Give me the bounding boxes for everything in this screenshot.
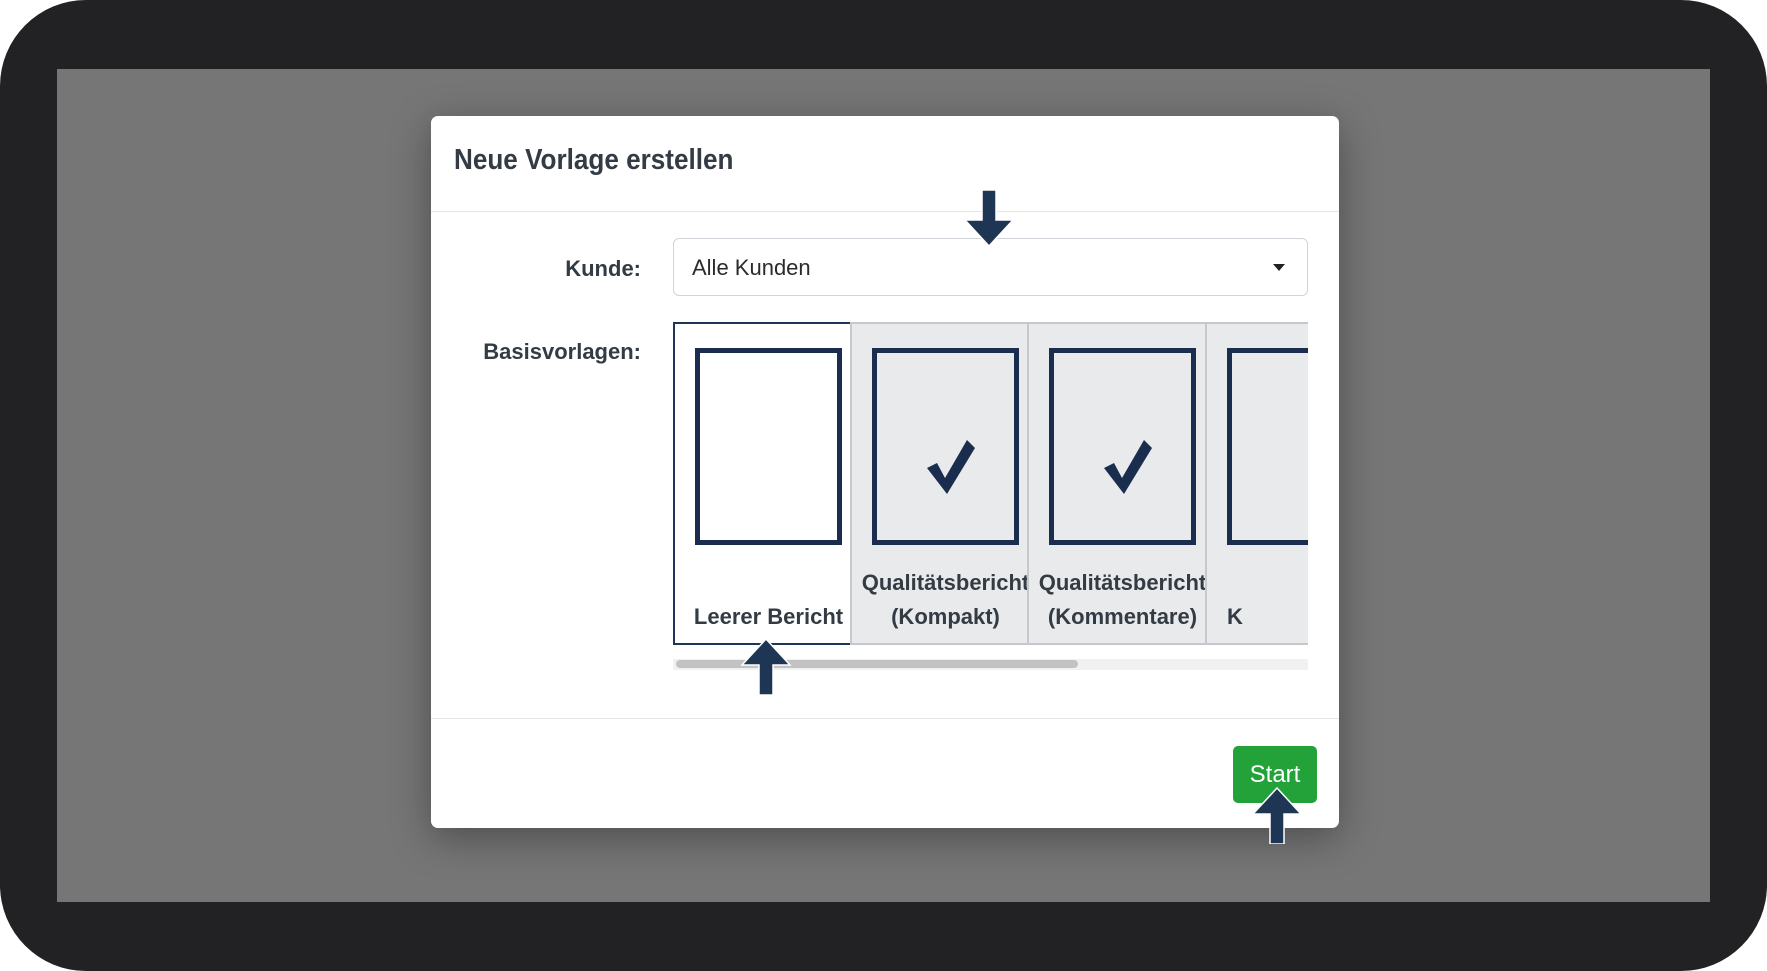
template-gallery: Leerer Bericht Qualitätsbericht (Kompakt…: [673, 322, 1308, 677]
scrollbar-thumb[interactable]: [676, 660, 1078, 668]
checkmark-icon: [1104, 440, 1152, 494]
checked-document-icon: [872, 348, 1019, 545]
footer-divider: [431, 718, 1339, 719]
arrow-up-icon: [1251, 786, 1303, 844]
arrow-up-icon: [740, 637, 792, 695]
template-card-label: K: [1227, 604, 1243, 629]
checked-document-icon: [1049, 348, 1196, 545]
template-card-label: Qualitätsbericht (Kommentare): [1038, 570, 1207, 629]
blank-document-icon: [695, 348, 842, 545]
customer-select-value: Alle Kunden: [692, 255, 811, 280]
caret-down-icon: [1273, 264, 1285, 271]
dialog-title: Neue Vorlage erstellen: [454, 144, 734, 176]
template-card-partial[interactable]: K: [1205, 322, 1308, 645]
template-card-quality-comments[interactable]: Qualitätsbericht (Kommentare): [1027, 322, 1218, 645]
document-icon: [1227, 348, 1308, 545]
checkmark-icon: [927, 440, 975, 494]
template-card-label: Qualitätsbericht (Kompakt): [861, 570, 1030, 629]
header-divider: [431, 211, 1339, 212]
base-templates-label: Basisvorlagen:: [483, 339, 641, 364]
arrow-down-icon: [963, 190, 1015, 248]
template-card-quality-compact[interactable]: Qualitätsbericht (Kompakt): [850, 322, 1041, 645]
customer-label: Kunde:: [565, 256, 641, 281]
template-card-label: Leerer Bericht: [693, 604, 844, 629]
new-template-dialog: Neue Vorlage erstellen Kunde: Alle Kunde…: [431, 116, 1339, 828]
template-card-blank[interactable]: Leerer Bericht: [673, 322, 864, 645]
